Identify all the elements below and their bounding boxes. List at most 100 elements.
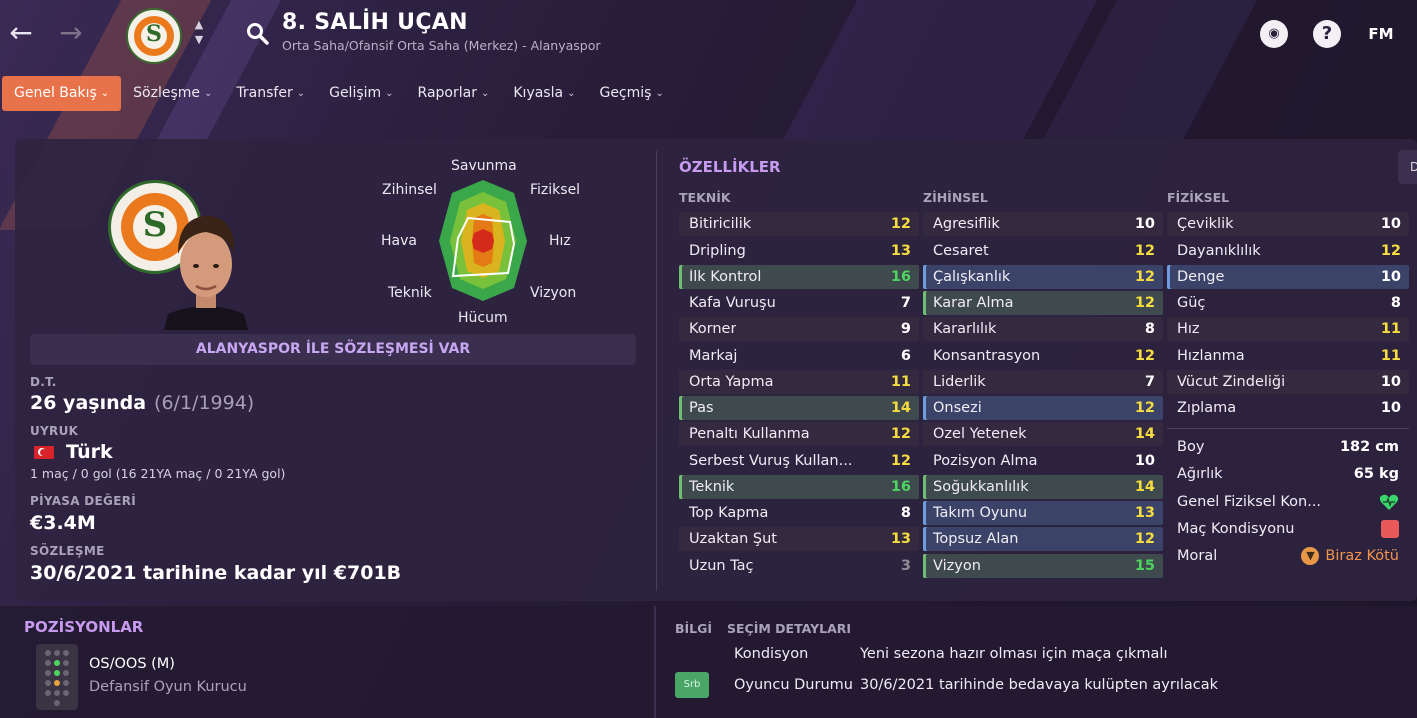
attr-row-physical[interactable]: Çeviklik 10	[1167, 212, 1409, 236]
player-switch-chevrons-icon[interactable]: ▲ ▼	[191, 17, 207, 47]
attr-row-mental[interactable]: Karar Alma 12	[923, 291, 1163, 315]
contract-label: SÖZLEŞME	[30, 544, 105, 558]
attr-name: Hız	[1177, 321, 1200, 337]
selection-header: SEÇİM DETAYLARI	[727, 621, 852, 636]
attr-value: 10	[1380, 400, 1401, 416]
age-value: 26 yaşında (6/1/1994)	[30, 392, 254, 414]
attr-name: Güç	[1177, 295, 1206, 311]
attr-row-mental[interactable]: Önsezi 12	[923, 396, 1163, 420]
attr-row-mental[interactable]: Konsantrasyon 12	[923, 344, 1163, 368]
radar-label-mental: Zihinsel	[382, 182, 437, 198]
attr-row-technical[interactable]: Uzaktan Şut 13	[679, 527, 919, 551]
attr-row-mental[interactable]: Soğukkanlılık 14	[923, 475, 1163, 499]
position-main: OS/OOS (M)	[89, 656, 175, 672]
attributes-title: ÖZELLİKLER	[679, 158, 781, 176]
attr-row-mental[interactable]: Liderlik 7	[923, 370, 1163, 394]
tab-overview[interactable]: Genel Bakış ⌄	[2, 76, 122, 111]
radar-label-attack: Hücum	[458, 310, 508, 326]
back-arrow-icon[interactable]: ←	[6, 18, 36, 48]
dob-value: (6/1/1994)	[154, 392, 255, 414]
player-subtitle: Orta Saha/Ofansif Orta Saha (Merkez) - A…	[282, 38, 601, 53]
attr-name: Denge	[1177, 269, 1225, 285]
attr-name: Çeviklik	[1177, 216, 1234, 232]
contract-value: 30/6/2021 tarihine kadar yıl €701B	[30, 562, 402, 584]
attr-name: Markaj	[689, 348, 738, 364]
attr-row-physical[interactable]: Zıplama 10	[1167, 396, 1409, 420]
tab-history[interactable]: Geçmiş ⌄	[587, 76, 675, 111]
match-condition-icon	[1381, 520, 1399, 538]
attr-name: Önsezi	[933, 400, 982, 416]
attr-name: Cesaret	[933, 243, 989, 259]
attr-value: 12	[1134, 400, 1155, 416]
attr-row-technical[interactable]: Uzun Taç 3	[679, 554, 919, 578]
attr-value: 13	[1134, 505, 1155, 521]
attr-value: 13	[890, 531, 911, 547]
tab-compare[interactable]: Kıyasla ⌄	[501, 76, 587, 111]
attr-value: 12	[1380, 243, 1401, 259]
attr-row-mental[interactable]: Çalışkanlık 12	[923, 265, 1163, 289]
attr-row-mental[interactable]: Vizyon 15	[923, 554, 1163, 578]
physical-separator	[1167, 428, 1409, 429]
attr-value: 16	[890, 269, 911, 285]
attr-row-mental[interactable]: Topsuz Alan 12	[923, 527, 1163, 551]
club-crest-icon[interactable]: S	[126, 8, 182, 64]
forward-arrow-icon[interactable]: →	[56, 18, 86, 48]
attr-row-technical[interactable]: Dripling 13	[679, 239, 919, 263]
tab-contract[interactable]: Sözleşme ⌄	[121, 76, 224, 111]
attr-name: Bitiricilik	[689, 216, 752, 232]
attr-row-technical[interactable]: İlk Kontrol 16	[679, 265, 919, 289]
attr-row-technical[interactable]: Kafa Vuruşu 7	[679, 291, 919, 315]
nationality-value: Türk	[66, 441, 113, 463]
attr-value: 7	[900, 295, 911, 311]
attr-name: Karar Alma	[933, 295, 1014, 311]
attr-row-physical[interactable]: Vücut Zindeliği 10	[1167, 370, 1409, 394]
attr-row-physical[interactable]: Güç 8	[1167, 291, 1409, 315]
attr-row-technical[interactable]: Teknik 16	[679, 475, 919, 499]
attr-row-mental[interactable]: Takım Oyunu 13	[923, 501, 1163, 525]
attr-row-physical[interactable]: Hızlanma 11	[1167, 344, 1409, 368]
attr-row-mental[interactable]: Özel Yetenek 14	[923, 422, 1163, 446]
attr-name: Konsantrasyon	[933, 348, 1041, 364]
attr-name: Uzaktan Şut	[689, 531, 777, 547]
attr-row-physical[interactable]: Dayanıklılık 12	[1167, 239, 1409, 263]
attr-row-technical[interactable]: Serbest Vuruş Kullan... 12	[679, 449, 919, 473]
tab-transfer[interactable]: Transfer ⌄	[224, 76, 317, 111]
attr-name: Liderlik	[933, 374, 986, 390]
technical-header: TEKNİK	[679, 190, 731, 205]
attr-value: 16	[890, 479, 911, 495]
attr-row-mental[interactable]: Pozisyon Alma 10	[923, 449, 1163, 473]
attr-name: Vizyon	[933, 558, 981, 574]
attr-value: 14	[1134, 479, 1155, 495]
attr-name: Kararlılık	[933, 321, 997, 337]
search-icon[interactable]	[245, 21, 269, 45]
attr-row-technical[interactable]: Markaj 6	[679, 344, 919, 368]
attr-name: Özel Yetenek	[933, 426, 1027, 442]
attr-row-technical[interactable]: Top Kapma 8	[679, 501, 919, 525]
attr-row-technical[interactable]: Bitiricilik 12	[679, 212, 919, 236]
morale-row[interactable]: Moral ▼ Biraz Kötü	[1167, 543, 1409, 569]
attr-row-technical[interactable]: Pas 14	[679, 396, 919, 420]
heart-icon	[1379, 494, 1399, 510]
fm-logo-icon[interactable]: FM	[1364, 20, 1398, 48]
market-value-label: PİYASA DEĞERİ	[30, 494, 137, 508]
radar-label-technique: Teknik	[388, 285, 432, 301]
attr-name: İlk Kontrol	[689, 269, 762, 285]
physical-header: FİZİKSEL	[1167, 190, 1230, 205]
attr-name: Pas	[689, 400, 714, 416]
attr-row-mental[interactable]: Kararlılık 8	[923, 317, 1163, 341]
attr-row-mental[interactable]: Agresiflik 10	[923, 212, 1163, 236]
pitch-position-icon[interactable]	[36, 644, 78, 710]
tab-reports[interactable]: Raporlar ⌄	[406, 76, 502, 111]
attr-row-technical[interactable]: Penaltı Kullanma 12	[679, 422, 919, 446]
attr-row-physical[interactable]: Denge 10	[1167, 265, 1409, 289]
tab-development[interactable]: Gelişim ⌄	[317, 76, 405, 111]
player-radar-chart: Savunma Fiziksel Hız Vizyon Hücum Teknik…	[380, 152, 590, 332]
attr-row-mental[interactable]: Cesaret 12	[923, 239, 1163, 263]
side-tab[interactable]: D	[1398, 150, 1417, 184]
attr-row-physical[interactable]: Hız 11	[1167, 317, 1409, 341]
attr-row-technical[interactable]: Korner 9	[679, 317, 919, 341]
trophy-icon[interactable]: ◉	[1260, 20, 1288, 48]
nationality-label: UYRUK	[30, 424, 79, 438]
attr-row-technical[interactable]: Orta Yapma 11	[679, 370, 919, 394]
help-icon[interactable]: ?	[1313, 20, 1341, 48]
